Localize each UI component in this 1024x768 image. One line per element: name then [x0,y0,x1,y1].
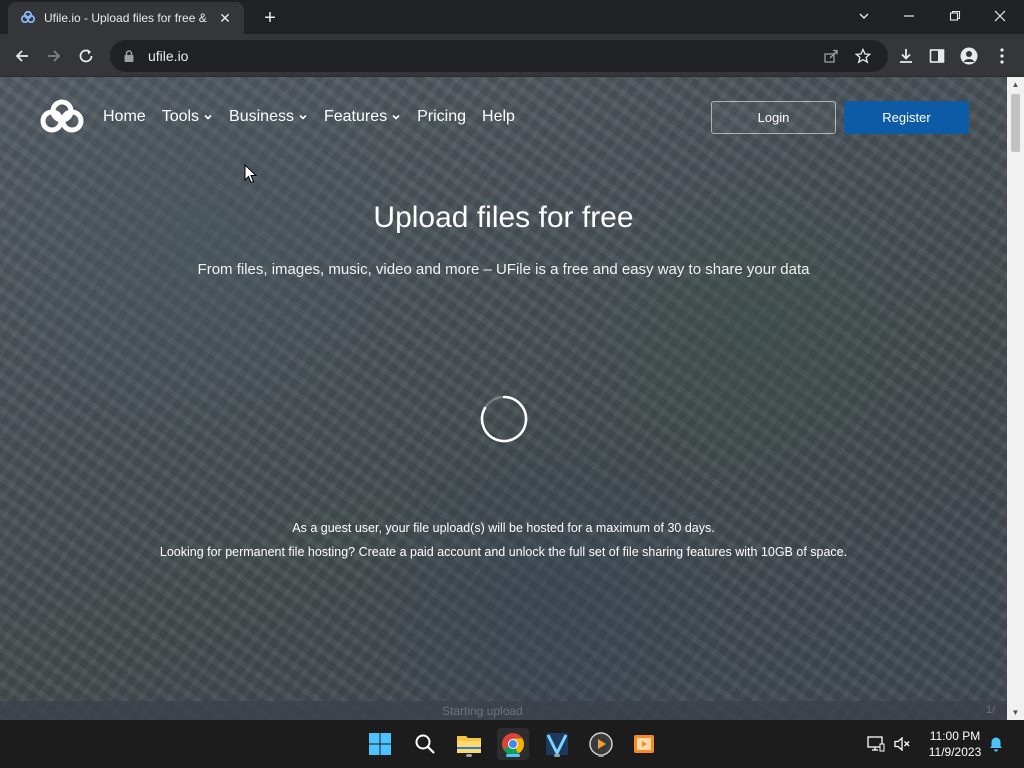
scroll-down-icon[interactable]: ▼ [1007,705,1024,720]
hero-subtitle: From files, images, music, video and mor… [197,261,810,278]
chevron-down-icon [392,114,400,120]
paid-account-note: Looking for permanent file hosting? Crea… [159,545,848,559]
side-panel-icon[interactable] [923,42,951,70]
bookmark-star-icon[interactable] [850,43,876,69]
search-icon[interactable] [409,728,441,760]
download-icon[interactable] [892,42,920,70]
back-icon[interactable] [8,42,36,70]
video-editor-icon[interactable] [541,728,573,760]
ufile-favicon-icon [20,10,36,24]
loading-spinner-icon [480,395,528,443]
scroll-up-icon[interactable]: ▲ [1007,77,1024,92]
tab-title: Ufile.io - Upload files for free & [44,11,207,25]
forward-icon[interactable] [40,42,68,70]
nav-tools-label: Tools [161,108,200,125]
volume-muted-icon[interactable] [892,734,912,754]
reload-icon[interactable] [72,42,100,70]
nav-tools[interactable]: Tools [162,105,213,129]
page-viewport: Home Tools Business Features Pricing Hel… [0,77,1007,720]
clock-date: 11/9/2023 [928,745,982,759]
nav-features[interactable]: Features [324,105,401,129]
share-icon[interactable] [818,43,844,69]
running-indicator [554,754,560,757]
address-bar[interactable]: ufile.io [110,40,888,72]
windows-taskbar: 11:00 PM 11/9/2023 [0,720,1024,768]
browser-toolbar: ufile.io [0,34,1024,77]
tab-search-chevron-icon[interactable] [848,4,880,28]
nav-pricing[interactable]: Pricing [417,105,466,129]
clock-time: 11:00 PM [929,729,981,743]
guest-hosting-note: As a guest user, your file upload(s) wil… [292,521,715,535]
nav-pricing-label: Pricing [417,108,467,125]
nav-business[interactable]: Business [229,105,308,129]
chevron-down-icon [299,114,307,120]
restore-icon[interactable] [939,4,971,28]
system-clock[interactable]: 11:00 PM 11/9/2023 [920,728,990,760]
hero-title: Upload files for free [373,201,634,234]
profile-icon[interactable] [955,42,983,70]
chrome-taskbar-icon[interactable] [497,728,529,760]
tab-close-icon[interactable]: ✕ [216,9,234,27]
url-text: ufile.io [148,48,189,64]
running-indicator [466,754,472,757]
notification-bell-icon[interactable] [986,734,1006,754]
video-app-icon[interactable] [628,728,660,760]
upload-status-text: Starting upload [442,704,523,718]
nav-business-label: Business [229,108,294,125]
site-header: Home Tools Business Features Pricing Hel… [0,77,1007,157]
upload-status-bar: Starting upload 1/ [0,701,1007,720]
nav-home[interactable]: Home [103,105,146,129]
chevron-down-icon [204,114,212,120]
new-tab-icon[interactable]: + [258,6,282,30]
scroll-thumb[interactable] [1011,94,1020,152]
mouse-cursor-icon [244,164,258,184]
menu-kebab-icon[interactable] [988,42,1016,70]
login-button[interactable]: Login [711,101,836,134]
lock-icon[interactable] [122,49,136,63]
upload-count-text: 1/ [986,704,996,716]
nav-home-label: Home [103,108,146,125]
register-button[interactable]: Register [844,101,969,134]
main-nav: Home Tools Business Features Pricing Hel… [103,105,531,129]
nav-help[interactable]: Help [482,105,515,129]
close-window-icon[interactable] [984,4,1016,28]
active-indicator [506,754,520,757]
file-explorer-icon[interactable] [453,728,485,760]
nav-features-label: Features [323,108,388,125]
media-player-icon[interactable] [585,728,617,760]
minimize-icon[interactable] [893,4,925,28]
ufile-logo-icon[interactable] [38,99,86,135]
nav-help-label: Help [482,108,515,125]
browser-tab-active[interactable]: Ufile.io - Upload files for free & ✕ [8,2,244,34]
windows-start-icon[interactable] [364,728,396,760]
network-icon[interactable] [866,734,886,754]
page-scrollbar[interactable]: ▲ ▼ [1007,77,1024,720]
browser-tab-strip: Ufile.io - Upload files for free & ✕ + [0,0,1024,34]
running-indicator [598,754,604,757]
